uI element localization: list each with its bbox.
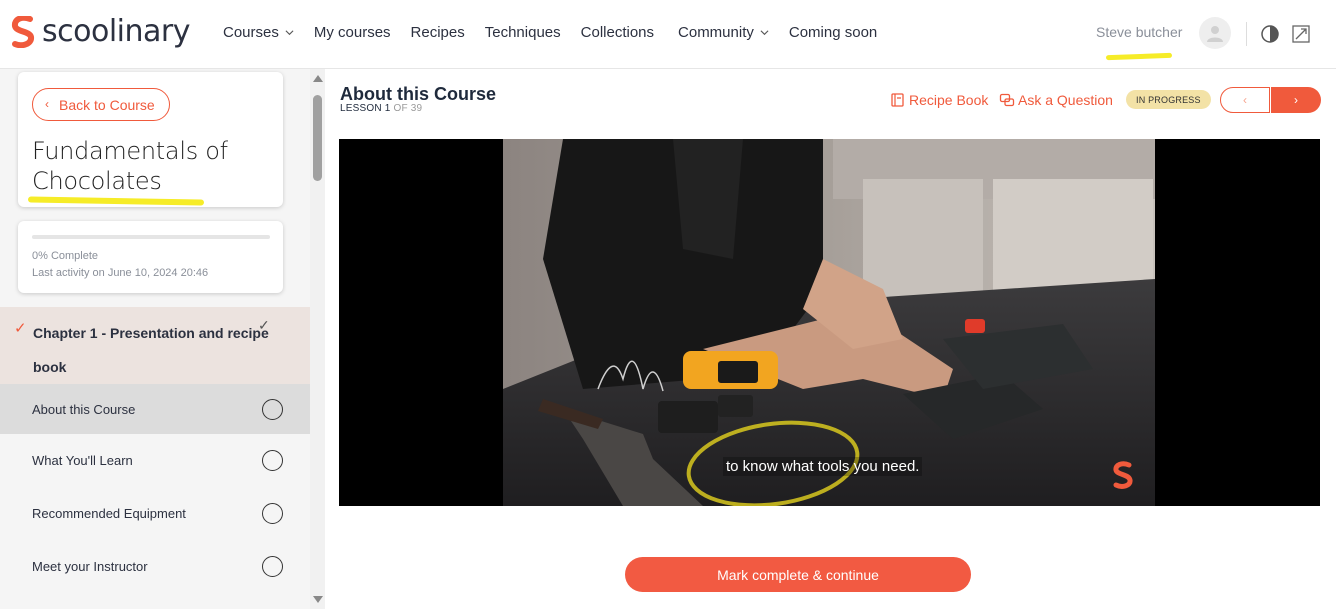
lesson-label: Meet your Instructor bbox=[32, 558, 148, 574]
progress-bar bbox=[32, 235, 270, 239]
course-sidebar: ‹ Back to Course Fundamentals of Chocola… bbox=[0, 69, 325, 609]
lesson-counter: LESSON 1 OF 39 bbox=[340, 103, 422, 114]
course-title: Fundamentals of Chocolates bbox=[32, 137, 228, 195]
mark-complete-button[interactable]: Mark complete & continue bbox=[625, 557, 971, 592]
highlight-mark bbox=[1105, 52, 1173, 61]
scroll-down-icon[interactable] bbox=[313, 596, 323, 603]
lesson-item[interactable]: Meet your Instructor bbox=[0, 541, 310, 591]
nav-my-courses[interactable]: My courses bbox=[314, 24, 391, 41]
scroll-thumb[interactable] bbox=[313, 95, 322, 181]
chapter-title: Chapter 1 - Presentation and recipe book bbox=[33, 325, 269, 375]
lesson-label: Recommended Equipment bbox=[32, 505, 186, 521]
nav-community[interactable]: Community bbox=[678, 24, 769, 41]
recipe-book-label: Recipe Book bbox=[909, 92, 989, 108]
back-to-course-button[interactable]: ‹ Back to Course bbox=[32, 88, 170, 121]
ask-question-label: Ask a Question bbox=[1018, 92, 1113, 108]
chevron-down-icon bbox=[760, 30, 769, 36]
lesson-label: What You'll Learn bbox=[32, 452, 133, 468]
lesson-status-circle-icon bbox=[262, 398, 283, 420]
expand-icon[interactable] bbox=[1291, 24, 1311, 44]
nav-courses-label: Courses bbox=[223, 24, 279, 41]
nav-techniques-label: Techniques bbox=[484, 24, 561, 41]
logo-icon bbox=[11, 15, 34, 48]
lesson-item[interactable]: About this Course bbox=[0, 384, 310, 434]
lesson-item[interactable]: What You'll Learn bbox=[0, 435, 310, 485]
video-frame bbox=[503, 139, 1155, 506]
last-activity-label: Last activity on June 10, 2024 20:46 bbox=[32, 267, 209, 279]
main-nav: Courses My courses Recipes Techniques Co… bbox=[223, 24, 897, 41]
sidebar-scrollbar[interactable] bbox=[310, 69, 325, 609]
watermark-logo-icon bbox=[1113, 461, 1133, 489]
lesson-label: About this Course bbox=[32, 401, 136, 417]
nav-collections-label: Collections bbox=[580, 24, 655, 41]
chapter-header[interactable]: ✓ Chapter 1 - Presentation and recipe bo… bbox=[0, 307, 310, 384]
next-lesson-button[interactable]: › bbox=[1271, 87, 1321, 113]
logo[interactable]: scoolinary bbox=[10, 14, 191, 49]
previous-lesson-button[interactable]: ‹ bbox=[1220, 87, 1270, 113]
user-icon bbox=[1207, 26, 1223, 42]
nav-recipes-label: Recipes bbox=[410, 24, 465, 41]
nav-community-label: Community bbox=[678, 24, 754, 41]
recipe-book-link[interactable]: Recipe Book bbox=[890, 92, 988, 108]
lesson-item[interactable]: Recommended Equipment bbox=[0, 488, 310, 538]
nav-my-courses-label: My courses bbox=[313, 24, 391, 41]
nav-recipes[interactable]: Recipes bbox=[411, 24, 465, 41]
nav-coming-soon[interactable]: Coming soon bbox=[789, 24, 877, 41]
chevron-left-icon: ‹ bbox=[45, 97, 49, 111]
user-name[interactable]: Steve butcher bbox=[1096, 24, 1182, 40]
lesson-status-circle-icon bbox=[262, 555, 283, 577]
check-icon: ✓ bbox=[14, 320, 27, 337]
lesson-counter-current: LESSON 1 bbox=[340, 103, 391, 114]
lesson-title: About this Course bbox=[340, 84, 496, 104]
nav-collections[interactable]: Collections bbox=[581, 24, 654, 41]
course-card: ‹ Back to Course Fundamentals of Chocola… bbox=[18, 72, 283, 207]
progress-label: 0% Complete bbox=[32, 250, 99, 262]
top-bar: scoolinary Courses My courses Recipes Te… bbox=[0, 0, 1336, 69]
lesson-status-circle-icon bbox=[262, 502, 283, 524]
divider bbox=[1246, 22, 1247, 46]
progress-card: 0% Complete Last activity on June 10, 20… bbox=[18, 221, 283, 293]
book-icon bbox=[891, 93, 904, 107]
avatar[interactable] bbox=[1199, 17, 1231, 49]
video-caption: to know what tools you need. bbox=[723, 457, 923, 476]
lesson-counter-total: OF 39 bbox=[393, 103, 423, 114]
status-badge: IN PROGRESS bbox=[1126, 90, 1211, 109]
chat-icon bbox=[999, 93, 1015, 107]
brand-name: scoolinary bbox=[42, 14, 191, 49]
nav-techniques[interactable]: Techniques bbox=[485, 24, 561, 41]
scroll-up-icon[interactable] bbox=[313, 75, 323, 82]
lesson-status-circle-icon bbox=[262, 449, 283, 471]
ask-question-link[interactable]: Ask a Question bbox=[999, 92, 1113, 108]
video-player[interactable]: to know what tools you need. bbox=[339, 139, 1320, 506]
chevron-down-icon bbox=[285, 30, 294, 36]
contrast-icon[interactable] bbox=[1260, 24, 1280, 44]
back-to-course-label: Back to Course bbox=[59, 96, 155, 113]
collapse-check-icon: ✓ bbox=[258, 317, 270, 333]
nav-courses[interactable]: Courses bbox=[223, 24, 294, 41]
nav-coming-soon-label: Coming soon bbox=[788, 24, 878, 41]
